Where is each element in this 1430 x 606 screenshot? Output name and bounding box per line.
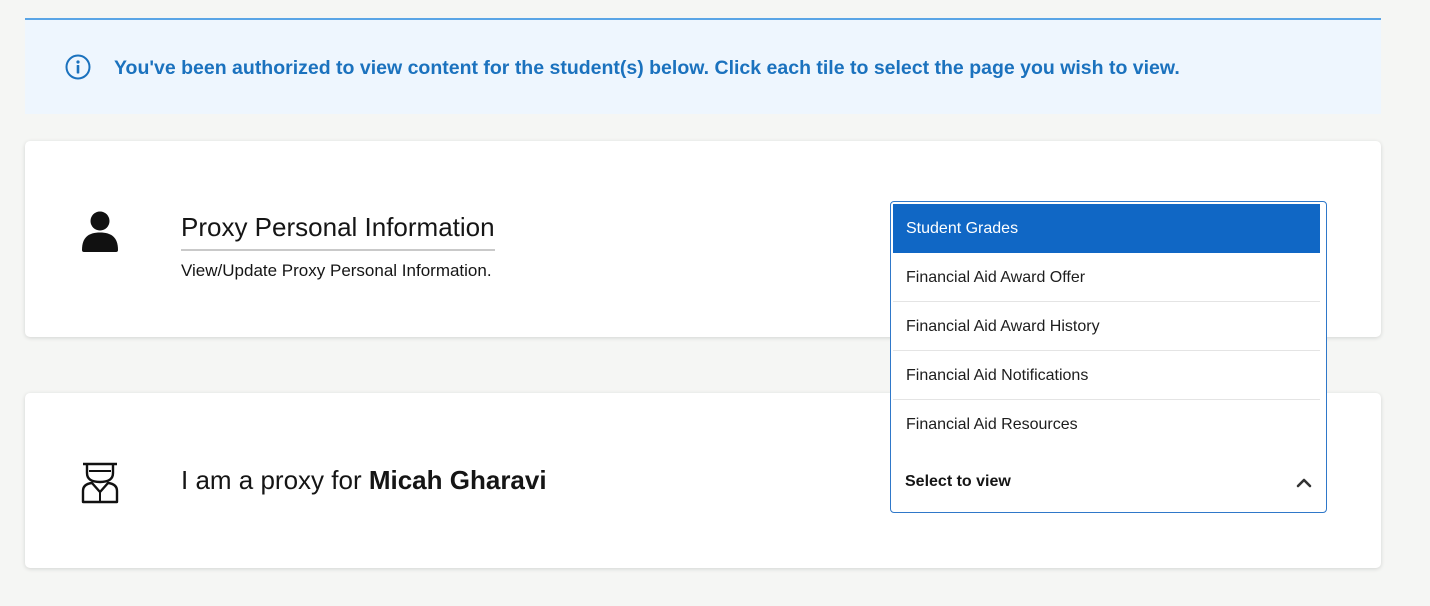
select-placeholder[interactable]: Select to view <box>905 473 1011 491</box>
info-banner: You've been authorized to view content f… <box>25 18 1381 114</box>
dropdown-option-financial-aid-resources[interactable]: Financial Aid Resources <box>893 400 1320 449</box>
graduate-icon <box>81 462 119 504</box>
tile-title[interactable]: Proxy Personal Information <box>181 212 495 251</box>
tile-description: View/Update Proxy Personal Information. <box>181 261 492 280</box>
banner-message: You've been authorized to view content f… <box>114 57 1180 79</box>
proxy-for-prefix: I am a proxy for <box>181 465 369 495</box>
person-icon <box>82 211 118 252</box>
dropdown-option-financial-aid-award-offer[interactable]: Financial Aid Award Offer <box>893 253 1320 302</box>
chevron-up-icon[interactable] <box>1296 476 1312 488</box>
dropdown-option-student-grades[interactable]: Student Grades <box>893 204 1320 253</box>
info-icon <box>65 54 91 80</box>
proxy-for-heading: I am a proxy for Micah Gharavi <box>181 465 547 496</box>
select-to-view-dropdown[interactable]: Student Grades Financial Aid Award Offer… <box>890 201 1327 513</box>
page: You've been authorized to view content f… <box>0 0 1430 606</box>
dropdown-option-financial-aid-notifications[interactable]: Financial Aid Notifications <box>893 351 1320 400</box>
student-name: Micah Gharavi <box>368 465 547 495</box>
dropdown-option-financial-aid-award-history[interactable]: Financial Aid Award History <box>893 302 1320 351</box>
